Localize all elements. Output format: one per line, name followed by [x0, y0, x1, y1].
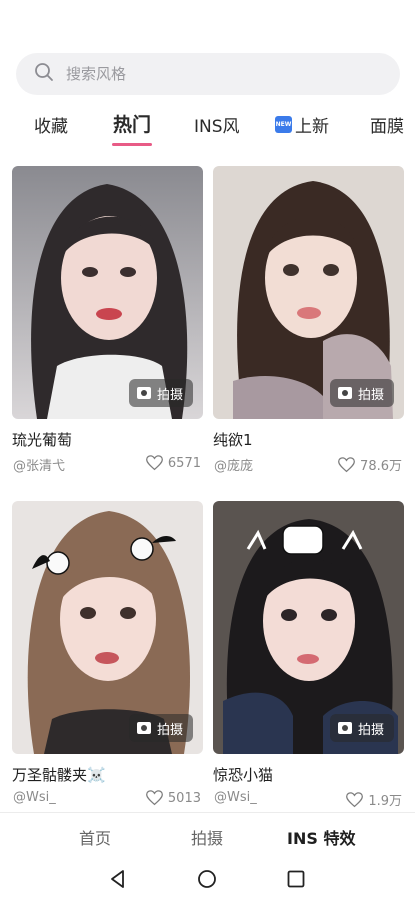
new-badge-icon: NEW [275, 116, 292, 133]
tab-ins-style[interactable]: INS风 [194, 112, 240, 137]
tab-favorites[interactable]: 收藏 [34, 112, 68, 137]
like-button[interactable]: 1.9万 [346, 790, 402, 809]
like-count: 1.9万 [368, 794, 402, 809]
system-nav-bar [0, 857, 415, 900]
category-tabs: 收藏 热门 INS风 NEW 上新 面膜 [0, 108, 415, 148]
tab-label: 热门 [113, 114, 152, 136]
recents-icon[interactable] [286, 869, 306, 889]
effect-thumbnail[interactable]: 拍摄 [12, 501, 203, 754]
shoot-button[interactable]: 拍摄 [329, 379, 394, 407]
effect-card[interactable]: 拍摄 纯欲1 @庞庞 78.6万 [213, 166, 404, 474]
like-button[interactable]: 6571 [145, 455, 201, 471]
shoot-button[interactable]: 拍摄 [329, 714, 394, 742]
author-name[interactable]: @庞庞 [214, 455, 253, 474]
effect-thumbnail[interactable]: 拍摄 [213, 166, 404, 419]
heart-icon [145, 790, 163, 806]
camera-icon [136, 387, 151, 399]
shoot-label: 拍摄 [357, 722, 384, 738]
tab-hot[interactable]: 热门 [112, 110, 152, 146]
shoot-button[interactable]: 拍摄 [128, 714, 193, 742]
like-button[interactable]: 5013 [145, 790, 201, 806]
app-screen: 收藏 热门 INS风 NEW 上新 面膜 [0, 0, 415, 900]
search-input[interactable] [66, 65, 366, 83]
tab-label: 收藏 [34, 117, 68, 137]
camera-icon [337, 722, 352, 734]
author-name[interactable]: @Wsi_ [214, 790, 257, 805]
effect-title: 琉光葡萄 [12, 431, 73, 449]
nav-ins-effects[interactable]: INS 特效 [287, 825, 355, 849]
search-bar[interactable] [16, 53, 400, 95]
shoot-label: 拍摄 [156, 387, 183, 403]
shoot-button[interactable]: 拍摄 [128, 379, 193, 407]
home-icon[interactable] [197, 869, 217, 889]
effect-card[interactable]: 拍摄 万圣骷髅夹☠️ @Wsi_ 5013 [12, 501, 203, 808]
tab-label: 上新 [295, 117, 329, 137]
like-count: 6571 [167, 455, 201, 471]
effect-title: 纯欲1 [213, 431, 253, 449]
effect-card[interactable]: 拍摄 惊恐小猫 @Wsi_ 1.9万 [213, 501, 404, 809]
like-button[interactable]: 78.6万 [338, 455, 402, 474]
nav-home[interactable]: 首页 [79, 825, 111, 849]
shoot-label: 拍摄 [156, 722, 183, 738]
like-count: 78.6万 [360, 459, 402, 474]
camera-icon [136, 722, 151, 734]
tab-label: 面膜 [370, 117, 404, 137]
heart-icon [338, 456, 355, 472]
author-name[interactable]: @张清弋 [13, 455, 65, 474]
active-tab-indicator [112, 143, 152, 146]
nav-shoot[interactable]: 拍摄 [191, 825, 223, 849]
effect-thumbnail[interactable]: 拍摄 [213, 501, 404, 754]
back-icon[interactable] [108, 869, 128, 889]
like-count: 5013 [167, 790, 201, 806]
camera-icon [337, 387, 352, 399]
tab-mask[interactable]: 面膜 [370, 112, 404, 137]
heart-icon [346, 791, 364, 807]
shoot-label: 拍摄 [357, 387, 384, 403]
author-name[interactable]: @Wsi_ [13, 790, 56, 805]
bottom-nav: 首页 拍摄 INS 特效 [0, 812, 415, 857]
effect-title: 万圣骷髅夹☠️ [12, 766, 106, 784]
effect-thumbnail[interactable]: 拍摄 [12, 166, 203, 419]
effect-card[interactable]: 拍摄 琉光葡萄 @张清弋 6571 [12, 166, 203, 474]
tab-new[interactable]: NEW 上新 [275, 112, 329, 137]
effect-title: 惊恐小猫 [213, 766, 274, 784]
search-icon [34, 62, 54, 86]
tab-label: INS风 [194, 117, 240, 137]
heart-icon [145, 455, 163, 471]
